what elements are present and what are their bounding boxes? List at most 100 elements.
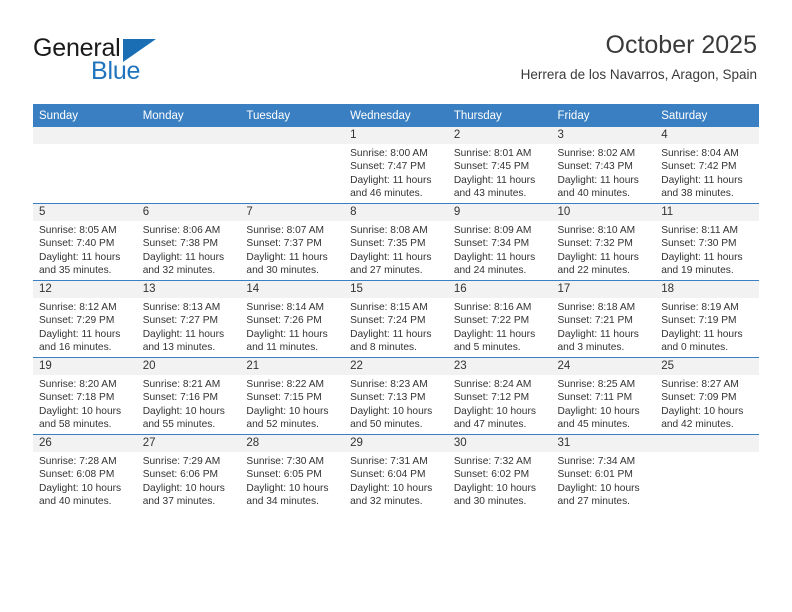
day-details: Sunrise: 8:21 AM Sunset: 7:16 PM Daylight:… — [137, 375, 241, 432]
sunrise-text: Sunrise: 8:23 AM — [350, 379, 428, 390]
daylight-text: Daylight: 11 hours and 22 minutes. — [557, 251, 639, 277]
calendar-day-cell[interactable]: 19 Sunrise: 8:20 AM Sunset: 7:18 PM Dayligh… — [33, 357, 137, 435]
daylight-text: Daylight: 10 hours and 55 minutes. — [142, 405, 225, 431]
sunset-text: Sunset: 7:47 PM — [350, 161, 426, 173]
daylight-text: Daylight: 11 hours and 38 minutes. — [661, 174, 743, 200]
calendar-day-cell[interactable]: 9 Sunrise: 8:09 AM Sunset: 7:34 PM Daylight… — [447, 203, 552, 281]
calendar-day-cell[interactable]: 7 Sunrise: 8:07 AM Sunset: 7:37 PM Daylight… — [240, 203, 345, 281]
calendar-day-cell-empty — [240, 127, 345, 204]
calendar-day-cell[interactable]: 11 Sunrise: 8:11 AM Sunset: 7:30 PM Dayligh… — [655, 203, 759, 281]
sunrise-text: Sunrise: 8:01 AM — [453, 148, 532, 159]
sunrise-text: Sunrise: 7:34 AM — [557, 456, 636, 467]
calendar-day-cell[interactable]: 28 Sunrise: 7:30 AM Sunset: 6:05 PM Dayligh… — [240, 434, 345, 511]
day-details: Sunrise: 8:24 AM Sunset: 7:12 PM Daylight:… — [448, 375, 552, 432]
calendar-day-cell[interactable]: 2 Sunrise: 8:01 AM Sunset: 7:45 PM Daylight… — [447, 127, 552, 204]
day-details: Sunrise: 8:04 AM Sunset: 7:42 PM Daylight:… — [655, 144, 759, 201]
sunset-text: Sunset: 6:06 PM — [142, 469, 219, 481]
sunset-text: Sunset: 7:34 PM — [453, 238, 530, 250]
sunrise-text: Sunrise: 8:11 AM — [661, 225, 739, 236]
day-number: 28 — [240, 435, 345, 452]
day-number — [655, 435, 759, 452]
calendar-day-cell[interactable]: 21 Sunrise: 8:22 AM Sunset: 7:15 PM Dayligh… — [240, 357, 345, 435]
calendar-day-cell[interactable]: 25 Sunrise: 8:27 AM Sunset: 7:09 PM Dayligh… — [655, 357, 759, 435]
day-number: 24 — [551, 358, 656, 375]
day-number: 2 — [447, 127, 552, 144]
day-details: Sunrise: 8:16 AM Sunset: 7:22 PM Daylight:… — [448, 298, 552, 355]
weekday-header-sunday: Sunday — [33, 104, 137, 127]
daylight-text: Daylight: 10 hours and 47 minutes. — [453, 405, 536, 431]
calendar-day-cell[interactable]: 8 Sunrise: 8:08 AM Sunset: 7:35 PM Daylight… — [344, 203, 448, 281]
calendar-day-cell[interactable]: 18 Sunrise: 8:19 AM Sunset: 7:19 PM Dayligh… — [655, 280, 759, 358]
day-details: Sunrise: 8:27 AM Sunset: 7:09 PM Daylight:… — [655, 375, 759, 432]
calendar-day-cell[interactable]: 22 Sunrise: 8:23 AM Sunset: 7:13 PM Dayligh… — [344, 357, 448, 435]
general-blue-logo: General Blue — [33, 36, 263, 88]
sunrise-text: Sunrise: 7:28 AM — [39, 456, 117, 467]
sunrise-text: Sunrise: 8:04 AM — [661, 148, 739, 159]
calendar-day-cell[interactable]: 20 Sunrise: 8:21 AM Sunset: 7:16 PM Dayligh… — [136, 357, 241, 435]
day-number: 20 — [136, 358, 241, 375]
sunset-text: Sunset: 6:02 PM — [453, 469, 530, 481]
calendar-day-cell[interactable]: 26 Sunrise: 7:28 AM Sunset: 6:08 PM Dayligh… — [33, 434, 137, 511]
daylight-text: Daylight: 10 hours and 50 minutes. — [350, 405, 433, 431]
sunset-text: Sunset: 6:01 PM — [557, 469, 633, 481]
daylight-text: Daylight: 10 hours and 58 minutes. — [39, 405, 122, 431]
weekday-header-saturday: Saturday — [655, 104, 759, 127]
sunset-text: Sunset: 7:16 PM — [142, 392, 219, 404]
sunset-text: Sunset: 7:29 PM — [39, 315, 115, 327]
sunrise-text: Sunrise: 8:18 AM — [557, 302, 636, 313]
calendar-day-cell[interactable]: 27 Sunrise: 7:29 AM Sunset: 6:06 PM Dayligh… — [136, 434, 241, 511]
day-details: Sunrise: 8:06 AM Sunset: 7:38 PM Daylight:… — [137, 221, 241, 278]
sunset-text: Sunset: 7:27 PM — [142, 315, 219, 327]
calendar-day-cell[interactable]: 24 Sunrise: 8:25 AM Sunset: 7:11 PM Dayligh… — [551, 357, 656, 435]
weekday-header-thursday: Thursday — [447, 104, 552, 127]
calendar-day-cell[interactable]: 15 Sunrise: 8:15 AM Sunset: 7:24 PM Dayligh… — [344, 280, 448, 358]
sunrise-text: Sunrise: 8:10 AM — [557, 225, 636, 236]
day-number: 31 — [551, 435, 656, 452]
day-details: Sunrise: 8:12 AM Sunset: 7:29 PM Daylight:… — [33, 298, 137, 355]
day-details: Sunrise: 8:18 AM Sunset: 7:21 PM Daylight:… — [552, 298, 656, 355]
calendar-week-row: 1 Sunrise: 8:00 AM Sunset: 7:47 PM Daylight… — [33, 127, 759, 204]
calendar-day-cell[interactable]: 17 Sunrise: 8:18 AM Sunset: 7:21 PM Dayligh… — [551, 280, 656, 358]
sunset-text: Sunset: 7:37 PM — [246, 238, 322, 250]
calendar-day-cell[interactable]: 14 Sunrise: 8:14 AM Sunset: 7:26 PM Dayligh… — [240, 280, 345, 358]
calendar-day-cell[interactable]: 16 Sunrise: 8:16 AM Sunset: 7:22 PM Dayligh… — [447, 280, 552, 358]
sunrise-text: Sunrise: 7:30 AM — [246, 456, 324, 467]
sunrise-text: Sunrise: 8:20 AM — [39, 379, 117, 390]
day-number: 23 — [447, 358, 552, 375]
day-details: Sunrise: 8:07 AM Sunset: 7:37 PM Daylight:… — [240, 221, 344, 278]
sunrise-text: Sunrise: 8:12 AM — [39, 302, 117, 313]
weekday-header-tuesday: Tuesday — [240, 104, 345, 127]
sunset-text: Sunset: 7:45 PM — [453, 161, 530, 173]
sunrise-text: Sunrise: 8:14 AM — [246, 302, 324, 313]
calendar-day-cell[interactable]: 23 Sunrise: 8:24 AM Sunset: 7:12 PM Dayligh… — [447, 357, 552, 435]
calendar-day-cell[interactable]: 29 Sunrise: 7:31 AM Sunset: 6:04 PM Dayligh… — [344, 434, 448, 511]
daylight-text: Daylight: 10 hours and 40 minutes. — [39, 482, 122, 508]
calendar-day-cell[interactable]: 4 Sunrise: 8:04 AM Sunset: 7:42 PM Daylight… — [655, 127, 759, 204]
sunset-text: Sunset: 7:13 PM — [350, 392, 426, 404]
calendar-day-cell[interactable]: 5 Sunrise: 8:05 AM Sunset: 7:40 PM Daylight… — [33, 203, 137, 281]
calendar-day-cell-empty — [33, 127, 137, 204]
calendar-day-cell[interactable]: 1 Sunrise: 8:00 AM Sunset: 7:47 PM Daylight… — [344, 127, 448, 204]
calendar-day-cell[interactable]: 10 Sunrise: 8:10 AM Sunset: 7:32 PM Dayligh… — [551, 203, 656, 281]
sunrise-text: Sunrise: 7:32 AM — [453, 456, 532, 467]
day-details: Sunrise: 8:15 AM Sunset: 7:24 PM Daylight:… — [344, 298, 448, 355]
daylight-text: Daylight: 11 hours and 35 minutes. — [39, 251, 121, 277]
day-number: 11 — [655, 204, 759, 221]
sunset-text: Sunset: 7:42 PM — [661, 161, 737, 173]
calendar-day-cell[interactable]: 30 Sunrise: 7:32 AM Sunset: 6:02 PM Dayligh… — [447, 434, 552, 511]
sunrise-text: Sunrise: 7:31 AM — [350, 456, 428, 467]
day-number: 5 — [33, 204, 137, 221]
day-details: Sunrise: 8:11 AM Sunset: 7:30 PM Daylight:… — [655, 221, 759, 278]
calendar-day-cell[interactable]: 13 Sunrise: 8:13 AM Sunset: 7:27 PM Dayligh… — [136, 280, 241, 358]
calendar-day-cell[interactable]: 6 Sunrise: 8:06 AM Sunset: 7:38 PM Daylight… — [136, 203, 241, 281]
sunrise-text: Sunrise: 8:13 AM — [142, 302, 221, 313]
sunrise-text: Sunrise: 8:00 AM — [350, 148, 428, 159]
day-number: 17 — [551, 281, 656, 298]
sunrise-text: Sunrise: 8:02 AM — [557, 148, 636, 159]
calendar-day-cell[interactable]: 12 Sunrise: 8:12 AM Sunset: 7:29 PM Dayligh… — [33, 280, 137, 358]
day-details: Sunrise: 8:09 AM Sunset: 7:34 PM Daylight:… — [448, 221, 552, 278]
logo-text-blue: Blue — [91, 57, 141, 85]
calendar-day-cell[interactable]: 3 Sunrise: 8:02 AM Sunset: 7:43 PM Daylight… — [551, 127, 656, 204]
calendar-day-cell[interactable]: 31 Sunrise: 7:34 AM Sunset: 6:01 PM Dayligh… — [551, 434, 656, 511]
calendar-grid: Sunday Monday Tuesday Wednesday Thursday Frid… — [33, 104, 759, 511]
